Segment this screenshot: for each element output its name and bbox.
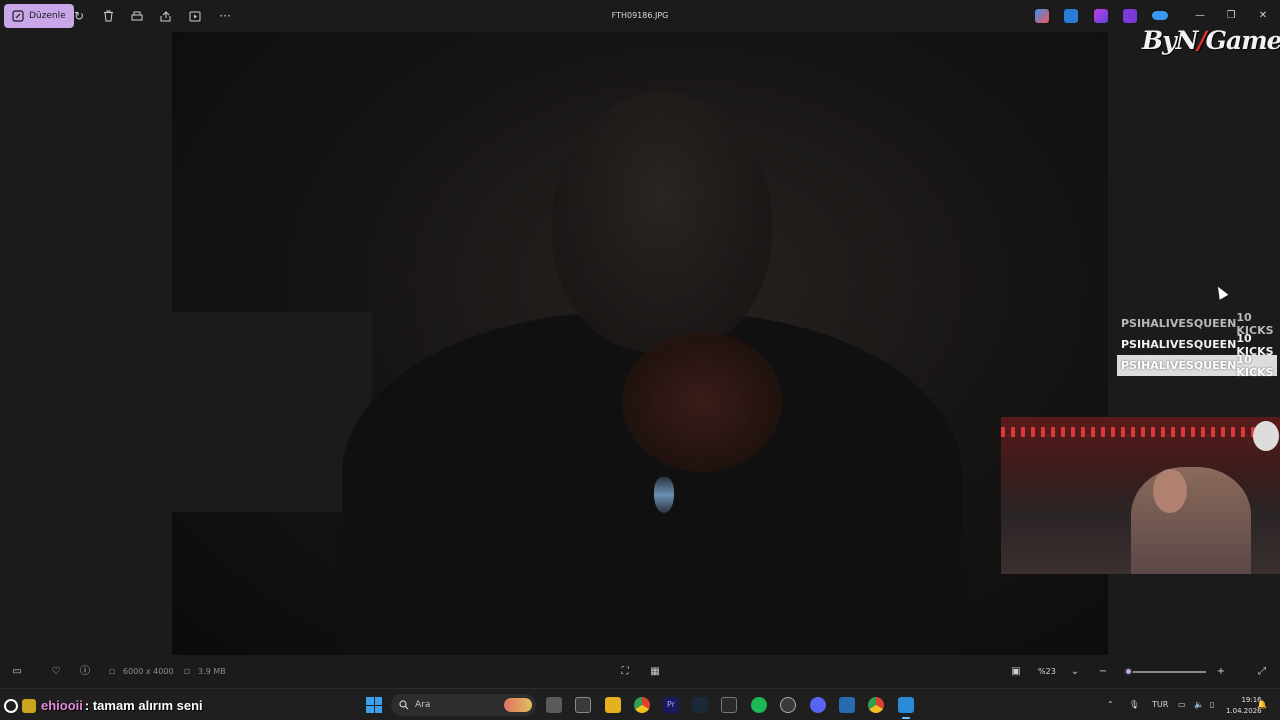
chevron-up-icon[interactable]: ⌃: [1107, 700, 1114, 709]
chat-badge-icon: [4, 698, 18, 713]
chrome-icon[interactable]: [634, 697, 650, 713]
taskbar-search[interactable]: Ara: [391, 694, 536, 716]
spotify-icon[interactable]: [751, 697, 767, 713]
skull-decor-icon: [1253, 421, 1279, 451]
file-explorer-icon[interactable]: [605, 697, 621, 713]
close-icon[interactable]: ✕: [1256, 9, 1270, 23]
edit-icon: [12, 10, 24, 22]
filmstrip-icon[interactable]: ▭: [9, 664, 25, 680]
windows-logo-icon: [366, 697, 374, 705]
edit-button[interactable]: Düzenle: [4, 4, 74, 28]
steam-icon[interactable]: [692, 697, 708, 713]
photos-app-icon[interactable]: [898, 697, 914, 719]
delete-icon[interactable]: [98, 6, 118, 26]
actual-size-icon[interactable]: ▣: [1008, 664, 1024, 680]
webcam-overlay: [1001, 417, 1280, 574]
rotate-icon[interactable]: ↻: [69, 6, 89, 26]
file-title: FTH09186.JPG: [611, 11, 669, 20]
title-bar: Düzenle ↻ ··· FTH09186.JPG — ❐ ✕: [0, 0, 1280, 32]
microphone-icon[interactable]: 🎙: [1129, 700, 1139, 709]
slideshow-icon[interactable]: [185, 6, 205, 26]
onedrive-icon[interactable]: [1152, 11, 1168, 20]
start-button[interactable]: [366, 697, 382, 713]
kick-amount: 10 KICKS: [1236, 352, 1274, 379]
maximize-icon[interactable]: ❐: [1224, 9, 1238, 23]
premiere-icon[interactable]: Pr: [663, 697, 679, 713]
kick-user: PSIHALIVESQUEEN: [1121, 359, 1237, 372]
webcam-person: [1131, 467, 1251, 574]
volume-icon[interactable]: 🔈: [1194, 700, 1204, 709]
edit-label: Düzenle: [29, 11, 66, 21]
zoom-slider-knob[interactable]: [1124, 667, 1134, 676]
zoom-out-icon[interactable]: −: [1095, 664, 1111, 680]
fullscreen-icon[interactable]: ⤢: [1254, 664, 1270, 680]
search-placeholder: Ara: [415, 700, 431, 710]
photo-subject-head: [552, 92, 772, 352]
zoom-slider[interactable]: [1124, 667, 1206, 676]
zoom-in-icon[interactable]: +: [1213, 664, 1229, 680]
designer-icon[interactable]: [1064, 9, 1078, 23]
obs-icon[interactable]: [575, 697, 591, 713]
task-view-icon[interactable]: [546, 697, 562, 713]
subscriber-badge-icon: [22, 698, 36, 713]
share-icon[interactable]: [156, 6, 176, 26]
file-size-icon: ▫: [183, 666, 191, 677]
stream-chat-message: ehiooii : tamam alırım seni: [4, 698, 203, 713]
webcam-face: [1153, 469, 1187, 513]
string-lights: [1001, 427, 1280, 437]
chat-text: : tamam alırım seni: [84, 698, 203, 713]
scan-text-icon[interactable]: ▦: [647, 664, 663, 680]
logo-text-2: Game: [1205, 26, 1280, 55]
language-indicator[interactable]: TUR: [1152, 700, 1168, 709]
photos-app-window: Düzenle ↻ ··· FTH09186.JPG — ❐ ✕ ByN/Gam…: [0, 0, 1280, 720]
print-icon[interactable]: [127, 6, 147, 26]
network-icon[interactable]: ▭: [1178, 700, 1186, 709]
photo-subject-hand: [622, 332, 782, 472]
photo-pendant: [654, 477, 674, 513]
image-dimensions: 6000 x 4000: [123, 667, 174, 676]
discord-icon[interactable]: [810, 697, 826, 713]
zoom-percent[interactable]: %23: [1038, 667, 1056, 676]
file-size: 3.9 MB: [198, 667, 226, 676]
app-icon[interactable]: [780, 697, 796, 713]
search-icon: [399, 700, 409, 710]
epic-games-icon[interactable]: [721, 697, 737, 713]
search-highlight-icon: [504, 698, 532, 712]
info-icon[interactable]: ⓘ: [77, 664, 93, 680]
kick-alerts: PSIHALIVESQUEEN 10 KICKS PSIHALIVESQUEEN…: [1117, 311, 1277, 379]
chevron-down-icon[interactable]: ⌄: [1067, 664, 1083, 680]
kick-user: PSIHALIVESQUEEN: [1121, 317, 1237, 330]
mouse-cursor-icon: [1213, 284, 1229, 300]
dimensions-icon: ▫: [108, 666, 116, 677]
copilot-icon[interactable]: [1035, 9, 1049, 23]
logo-text-1: ByN: [1142, 26, 1199, 55]
kick-user: PSIHALIVESQUEEN: [1121, 338, 1237, 351]
settings-app-icon[interactable]: [839, 697, 855, 713]
battery-icon[interactable]: ▯: [1210, 700, 1214, 709]
kick-alert: PSIHALIVESQUEEN 10 KICKS: [1117, 352, 1277, 379]
minimize-icon[interactable]: —: [1193, 9, 1207, 23]
stream-logo: ByN/Game: [1142, 26, 1280, 55]
chat-username: ehiooii: [41, 698, 83, 713]
clipchamp-icon[interactable]: [1094, 9, 1108, 23]
status-bar: ▭ ♡ ⓘ ▫ 6000 x 4000 ▫ 3.9 MB ⛶ ▦ ▣ %23 ⌄…: [0, 660, 1280, 684]
chrome-profile-icon[interactable]: [868, 697, 884, 713]
fit-screen-icon[interactable]: ⛶: [617, 664, 633, 680]
windows-taskbar: ehiooii : tamam alırım seni Ara Pr ⌃ 🎙 T…: [0, 688, 1280, 720]
logo-slash: /: [1197, 26, 1207, 55]
photo-viewer-image[interactable]: [172, 32, 1108, 655]
more-icon[interactable]: ···: [215, 6, 235, 26]
video-editor-icon[interactable]: [1123, 9, 1137, 23]
notification-icon[interactable]: 🔔: [1257, 700, 1267, 709]
favorite-icon[interactable]: ♡: [48, 664, 64, 680]
